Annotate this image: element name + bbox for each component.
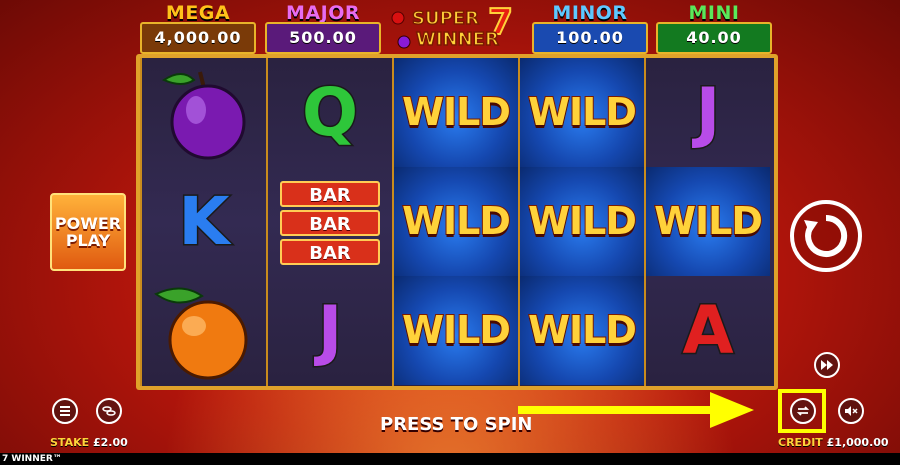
reel-frame: K Q BAR BAR BAR J WILD WILD WILD WILD WI… bbox=[136, 54, 778, 390]
plum-icon bbox=[161, 71, 246, 160]
bar-label: BAR bbox=[280, 210, 380, 236]
symbol-wild: WILD bbox=[394, 167, 518, 276]
bar-label: BAR bbox=[280, 181, 380, 207]
jackpot-mega: MEGA 4,000.00 bbox=[140, 2, 256, 54]
autoplay-icon bbox=[796, 406, 810, 416]
stake-label: STAKE bbox=[50, 436, 90, 449]
turbo-button[interactable] bbox=[814, 352, 840, 378]
letter-j: J bbox=[694, 73, 722, 153]
symbol-wild: WILD bbox=[394, 58, 518, 167]
mute-button[interactable] bbox=[838, 398, 864, 424]
symbol-wild: WILD bbox=[520, 58, 644, 167]
bar-stack: BAR BAR BAR bbox=[280, 181, 380, 268]
symbol-orange bbox=[142, 276, 266, 385]
press-to-spin-label[interactable]: PRESS TO SPIN bbox=[380, 414, 540, 435]
jackpot-major: MAJOR 500.00 bbox=[265, 2, 381, 54]
jackpot-mini-title: MINI bbox=[688, 2, 740, 24]
game-logo: 7 SUPER WINNER bbox=[388, 1, 520, 51]
symbol-wild: WILD bbox=[394, 276, 518, 385]
fast-forward-icon bbox=[821, 360, 833, 370]
wild-label: WILD bbox=[401, 198, 512, 244]
highlight-arrow bbox=[518, 406, 718, 414]
reel-5: J WILD A bbox=[644, 58, 774, 386]
stake-display: STAKE £2.00 bbox=[50, 436, 128, 449]
jackpot-mini-value: 40.00 bbox=[656, 22, 772, 54]
power-play-line2: PLAY bbox=[65, 231, 111, 250]
logo-art: 7 SUPER WINNER bbox=[391, 1, 514, 51]
symbol-bar: BAR BAR BAR bbox=[268, 167, 392, 276]
jackpot-mini: MINI 40.00 bbox=[656, 2, 772, 54]
spin-icon bbox=[804, 214, 848, 257]
wild-label: WILD bbox=[527, 307, 638, 353]
wild-label: WILD bbox=[527, 89, 638, 135]
orange-icon bbox=[154, 287, 248, 380]
symbol-k: K bbox=[142, 167, 266, 276]
jackpot-minor-title: MINOR bbox=[552, 2, 628, 24]
credit-value: £1,000.00 bbox=[826, 436, 889, 449]
jackpot-major-value: 500.00 bbox=[265, 22, 381, 54]
wild-label: WILD bbox=[653, 198, 764, 244]
arrow-head-icon bbox=[710, 392, 754, 428]
stake-value: £2.00 bbox=[92, 436, 128, 449]
coins-icon bbox=[102, 406, 116, 416]
game-title: 7 WINNER™ bbox=[2, 454, 62, 464]
symbol-a: A bbox=[646, 276, 770, 385]
stake-button[interactable] bbox=[96, 398, 122, 424]
letter-k: K bbox=[177, 182, 231, 262]
letter-q: Q bbox=[300, 73, 359, 153]
wild-label: WILD bbox=[527, 198, 638, 244]
credit-label: CREDIT bbox=[778, 436, 823, 449]
mute-icon bbox=[845, 406, 858, 416]
credit-display: CREDIT £1,000.00 bbox=[778, 436, 889, 449]
logo-line1: SUPER bbox=[412, 8, 479, 29]
jackpot-mega-value: 4,000.00 bbox=[140, 22, 256, 54]
symbol-q: Q bbox=[268, 58, 392, 167]
logo-line2: WINNER bbox=[416, 29, 499, 50]
jackpot-minor: MINOR 100.00 bbox=[532, 2, 648, 54]
footer-bar: 7 WINNER™ bbox=[0, 453, 900, 465]
reel-2: Q BAR BAR BAR J bbox=[266, 58, 392, 386]
wild-label: WILD bbox=[401, 89, 512, 135]
symbol-j: J bbox=[646, 58, 770, 167]
reel-3: WILD WILD WILD bbox=[392, 58, 518, 386]
menu-button[interactable] bbox=[52, 398, 78, 424]
reel-4: WILD WILD WILD bbox=[518, 58, 644, 386]
power-play-line1: POWER bbox=[54, 214, 122, 233]
symbol-j: J bbox=[268, 276, 392, 385]
spin-button[interactable] bbox=[790, 200, 862, 272]
jackpot-mega-title: MEGA bbox=[165, 2, 231, 24]
symbol-wild: WILD bbox=[520, 276, 644, 385]
symbol-wild: WILD bbox=[520, 167, 644, 276]
symbol-wild: WILD bbox=[646, 167, 770, 276]
power-play-button[interactable]: POWER PLAY bbox=[50, 193, 126, 271]
jackpot-minor-value: 100.00 bbox=[532, 22, 648, 54]
letter-a: A bbox=[681, 291, 735, 371]
reel-1: K bbox=[140, 58, 266, 386]
letter-j: J bbox=[316, 291, 344, 371]
wild-label: WILD bbox=[401, 307, 512, 353]
symbol-plum bbox=[142, 58, 266, 167]
bar-label: BAR bbox=[280, 239, 380, 265]
menu-icon bbox=[60, 406, 70, 416]
autoplay-button[interactable] bbox=[790, 398, 816, 424]
jackpot-major-title: MAJOR bbox=[286, 2, 360, 24]
